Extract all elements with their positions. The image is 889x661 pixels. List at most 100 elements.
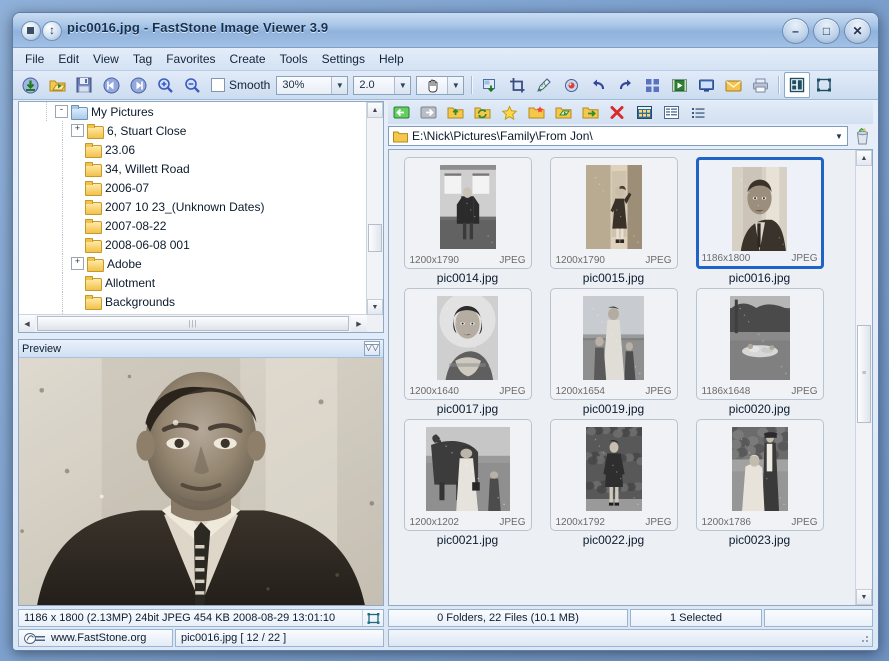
fit-to-window-icon[interactable] — [362, 610, 383, 626]
faststone-brand[interactable]: www.FastStone.org — [18, 629, 173, 647]
email-icon[interactable] — [720, 72, 746, 98]
scroll-down-icon[interactable]: ▼ — [856, 589, 872, 605]
zoom-out-icon[interactable] — [179, 72, 205, 98]
thumbnail-scrollbar-thumb[interactable]: ≡ — [857, 325, 871, 423]
thumbnail-cell[interactable]: 1200x1792 JPEG — [549, 419, 678, 531]
save-icon[interactable] — [71, 72, 97, 98]
red-eye-icon[interactable] — [558, 72, 584, 98]
thumbnail-cell[interactable]: 1200x1790 JPEG — [549, 157, 678, 269]
thumbnail-item[interactable]: 1200x1786 JPEG pic0023.jpg — [690, 419, 829, 547]
preview-collapse-button[interactable]: ▽▽ — [364, 341, 380, 356]
thumbnail-item[interactable]: 1200x1792 JPEG pic0022.jpg — [544, 419, 683, 547]
menu-item-help[interactable]: Help — [372, 50, 411, 68]
fullscreen-monitor-icon[interactable] — [693, 72, 719, 98]
undo-icon[interactable] — [585, 72, 611, 98]
thumbnail-item[interactable]: 1200x1640 JPEG pic0017.jpg — [398, 288, 537, 416]
menu-item-edit[interactable]: Edit — [51, 50, 86, 68]
menu-item-create[interactable]: Create — [223, 50, 273, 68]
thumbnail-item[interactable]: 1200x1790 JPEG pic0015.jpg — [544, 157, 683, 285]
menu-item-tools[interactable]: Tools — [273, 50, 315, 68]
menu-item-favorites[interactable]: Favorites — [159, 50, 222, 68]
tree-item[interactable]: - My Pictures — [19, 102, 367, 121]
recycle-bin-icon[interactable] — [851, 125, 873, 147]
menu-item-settings[interactable]: Settings — [315, 50, 372, 68]
tree-horizontal-scrollbar[interactable]: ◀ ||| ▶ — [19, 314, 367, 332]
maximize-button[interactable]: □ — [813, 18, 840, 44]
resize-grip[interactable] — [858, 632, 870, 644]
tree-item[interactable]: 2008-06-08 001 — [19, 235, 367, 254]
detail-view-icon[interactable] — [685, 101, 711, 124]
browser-view-icon[interactable] — [784, 72, 811, 98]
thumbnail-grid-icon[interactable] — [639, 72, 665, 98]
thumbnail-item[interactable]: 1186x1800 JPEG pic0016.jpg — [690, 157, 829, 285]
close-button[interactable]: ✕ — [844, 18, 871, 44]
address-dropdown-icon[interactable]: ▼ — [831, 127, 847, 145]
previous-image-icon[interactable] — [98, 72, 124, 98]
tree-item[interactable]: Backgrounds — [19, 292, 367, 311]
slideshow-icon[interactable] — [666, 72, 692, 98]
thumbnail-cell[interactable]: 1200x1790 JPEG — [403, 157, 532, 269]
address-bar[interactable]: E:\Nick\Pictures\Family\From Jon\ ▼ — [388, 126, 848, 146]
scale-select[interactable]: 2.0 ▼ — [353, 75, 412, 95]
tree-vertical-scrollbar[interactable]: ▲ ▼ — [366, 102, 383, 315]
redo-icon[interactable] — [612, 72, 638, 98]
resize-icon[interactable] — [477, 72, 503, 98]
print-icon[interactable] — [747, 72, 773, 98]
tree-item[interactable]: 2006-07 — [19, 178, 367, 197]
copy-to-folder-icon[interactable] — [550, 101, 576, 124]
scroll-down-icon[interactable]: ▼ — [367, 299, 383, 315]
menu-item-view[interactable]: View — [86, 50, 126, 68]
collapse-node-icon[interactable]: - — [55, 105, 68, 118]
tree-item[interactable]: +6, Stuart Close — [19, 121, 367, 140]
fullscreen-view-icon[interactable] — [811, 72, 837, 98]
smooth-checkbox[interactable]: Smooth — [211, 78, 270, 92]
tree-item[interactable]: 2007 10 23_(Unknown Dates) — [19, 197, 367, 216]
thumbnail-view-icon[interactable] — [631, 101, 657, 124]
tree-scrollbar-thumb[interactable] — [368, 224, 382, 252]
menu-item-tag[interactable]: Tag — [126, 50, 159, 68]
back-icon[interactable] — [388, 101, 414, 124]
scroll-right-icon[interactable]: ▶ — [351, 315, 367, 332]
tree-item[interactable]: Allotment — [19, 273, 367, 292]
tree-item[interactable]: + Adobe — [19, 254, 367, 273]
next-image-icon[interactable] — [125, 72, 151, 98]
list-view-icon[interactable] — [658, 101, 684, 124]
thumbnail-item[interactable]: 1200x1654 JPEG pic0019.jpg — [544, 288, 683, 416]
refresh-icon[interactable] — [469, 101, 495, 124]
scroll-up-icon[interactable]: ▲ — [856, 150, 872, 166]
app-state-icon[interactable] — [21, 21, 41, 41]
thumbnail-cell[interactable]: 1186x1648 JPEG — [695, 288, 824, 400]
crop-icon[interactable] — [504, 72, 530, 98]
up-folder-icon[interactable] — [442, 101, 468, 124]
thumbnail-vertical-scrollbar[interactable]: ▲ ≡ ▼ — [855, 150, 872, 605]
thumbnail-item[interactable]: 1200x1202 JPEG pic0021.jpg — [398, 419, 537, 547]
new-folder-icon[interactable] — [523, 101, 549, 124]
thumbnail-cell[interactable]: 1200x1786 JPEG — [695, 419, 824, 531]
scroll-left-icon[interactable]: ◀ — [19, 315, 35, 332]
favorites-star-icon[interactable] — [496, 101, 522, 124]
minimize-button[interactable]: – — [782, 18, 809, 44]
thumbnail-cell[interactable]: 1200x1640 JPEG — [403, 288, 532, 400]
open-folder-icon[interactable] — [44, 72, 70, 98]
restore-icon[interactable] — [42, 21, 62, 41]
tree-item[interactable]: 23.06 — [19, 140, 367, 159]
tree-hscrollbar-thumb[interactable]: ||| — [37, 316, 349, 331]
thumbnail-item[interactable]: 1200x1790 JPEG pic0014.jpg — [398, 157, 537, 285]
tree-item[interactable]: 2007-08-22 — [19, 216, 367, 235]
thumbnail-cell-selected[interactable]: 1186x1800 JPEG — [695, 157, 824, 269]
move-to-folder-icon[interactable] — [577, 101, 603, 124]
forward-icon[interactable] — [415, 101, 441, 124]
delete-icon[interactable] — [604, 101, 630, 124]
draw-icon[interactable]: A — [531, 72, 557, 98]
expand-node-icon[interactable]: + — [71, 257, 84, 270]
thumbnail-cell[interactable]: 1200x1202 JPEG — [403, 419, 532, 531]
preview-image[interactable] — [19, 358, 383, 605]
expand-node-icon[interactable]: + — [71, 124, 84, 137]
thumbnail-item[interactable]: 1186x1648 JPEG pic0020.jpg — [690, 288, 829, 416]
thumbnail-cell[interactable]: 1200x1654 JPEG — [549, 288, 678, 400]
hand-tool-select[interactable]: ▼ — [416, 75, 465, 95]
zoom-level-select[interactable]: 30% ▼ — [276, 75, 349, 95]
zoom-in-icon[interactable] — [152, 72, 178, 98]
menu-item-file[interactable]: File — [18, 50, 51, 68]
tree-item[interactable]: 34, Willett Road — [19, 159, 367, 178]
